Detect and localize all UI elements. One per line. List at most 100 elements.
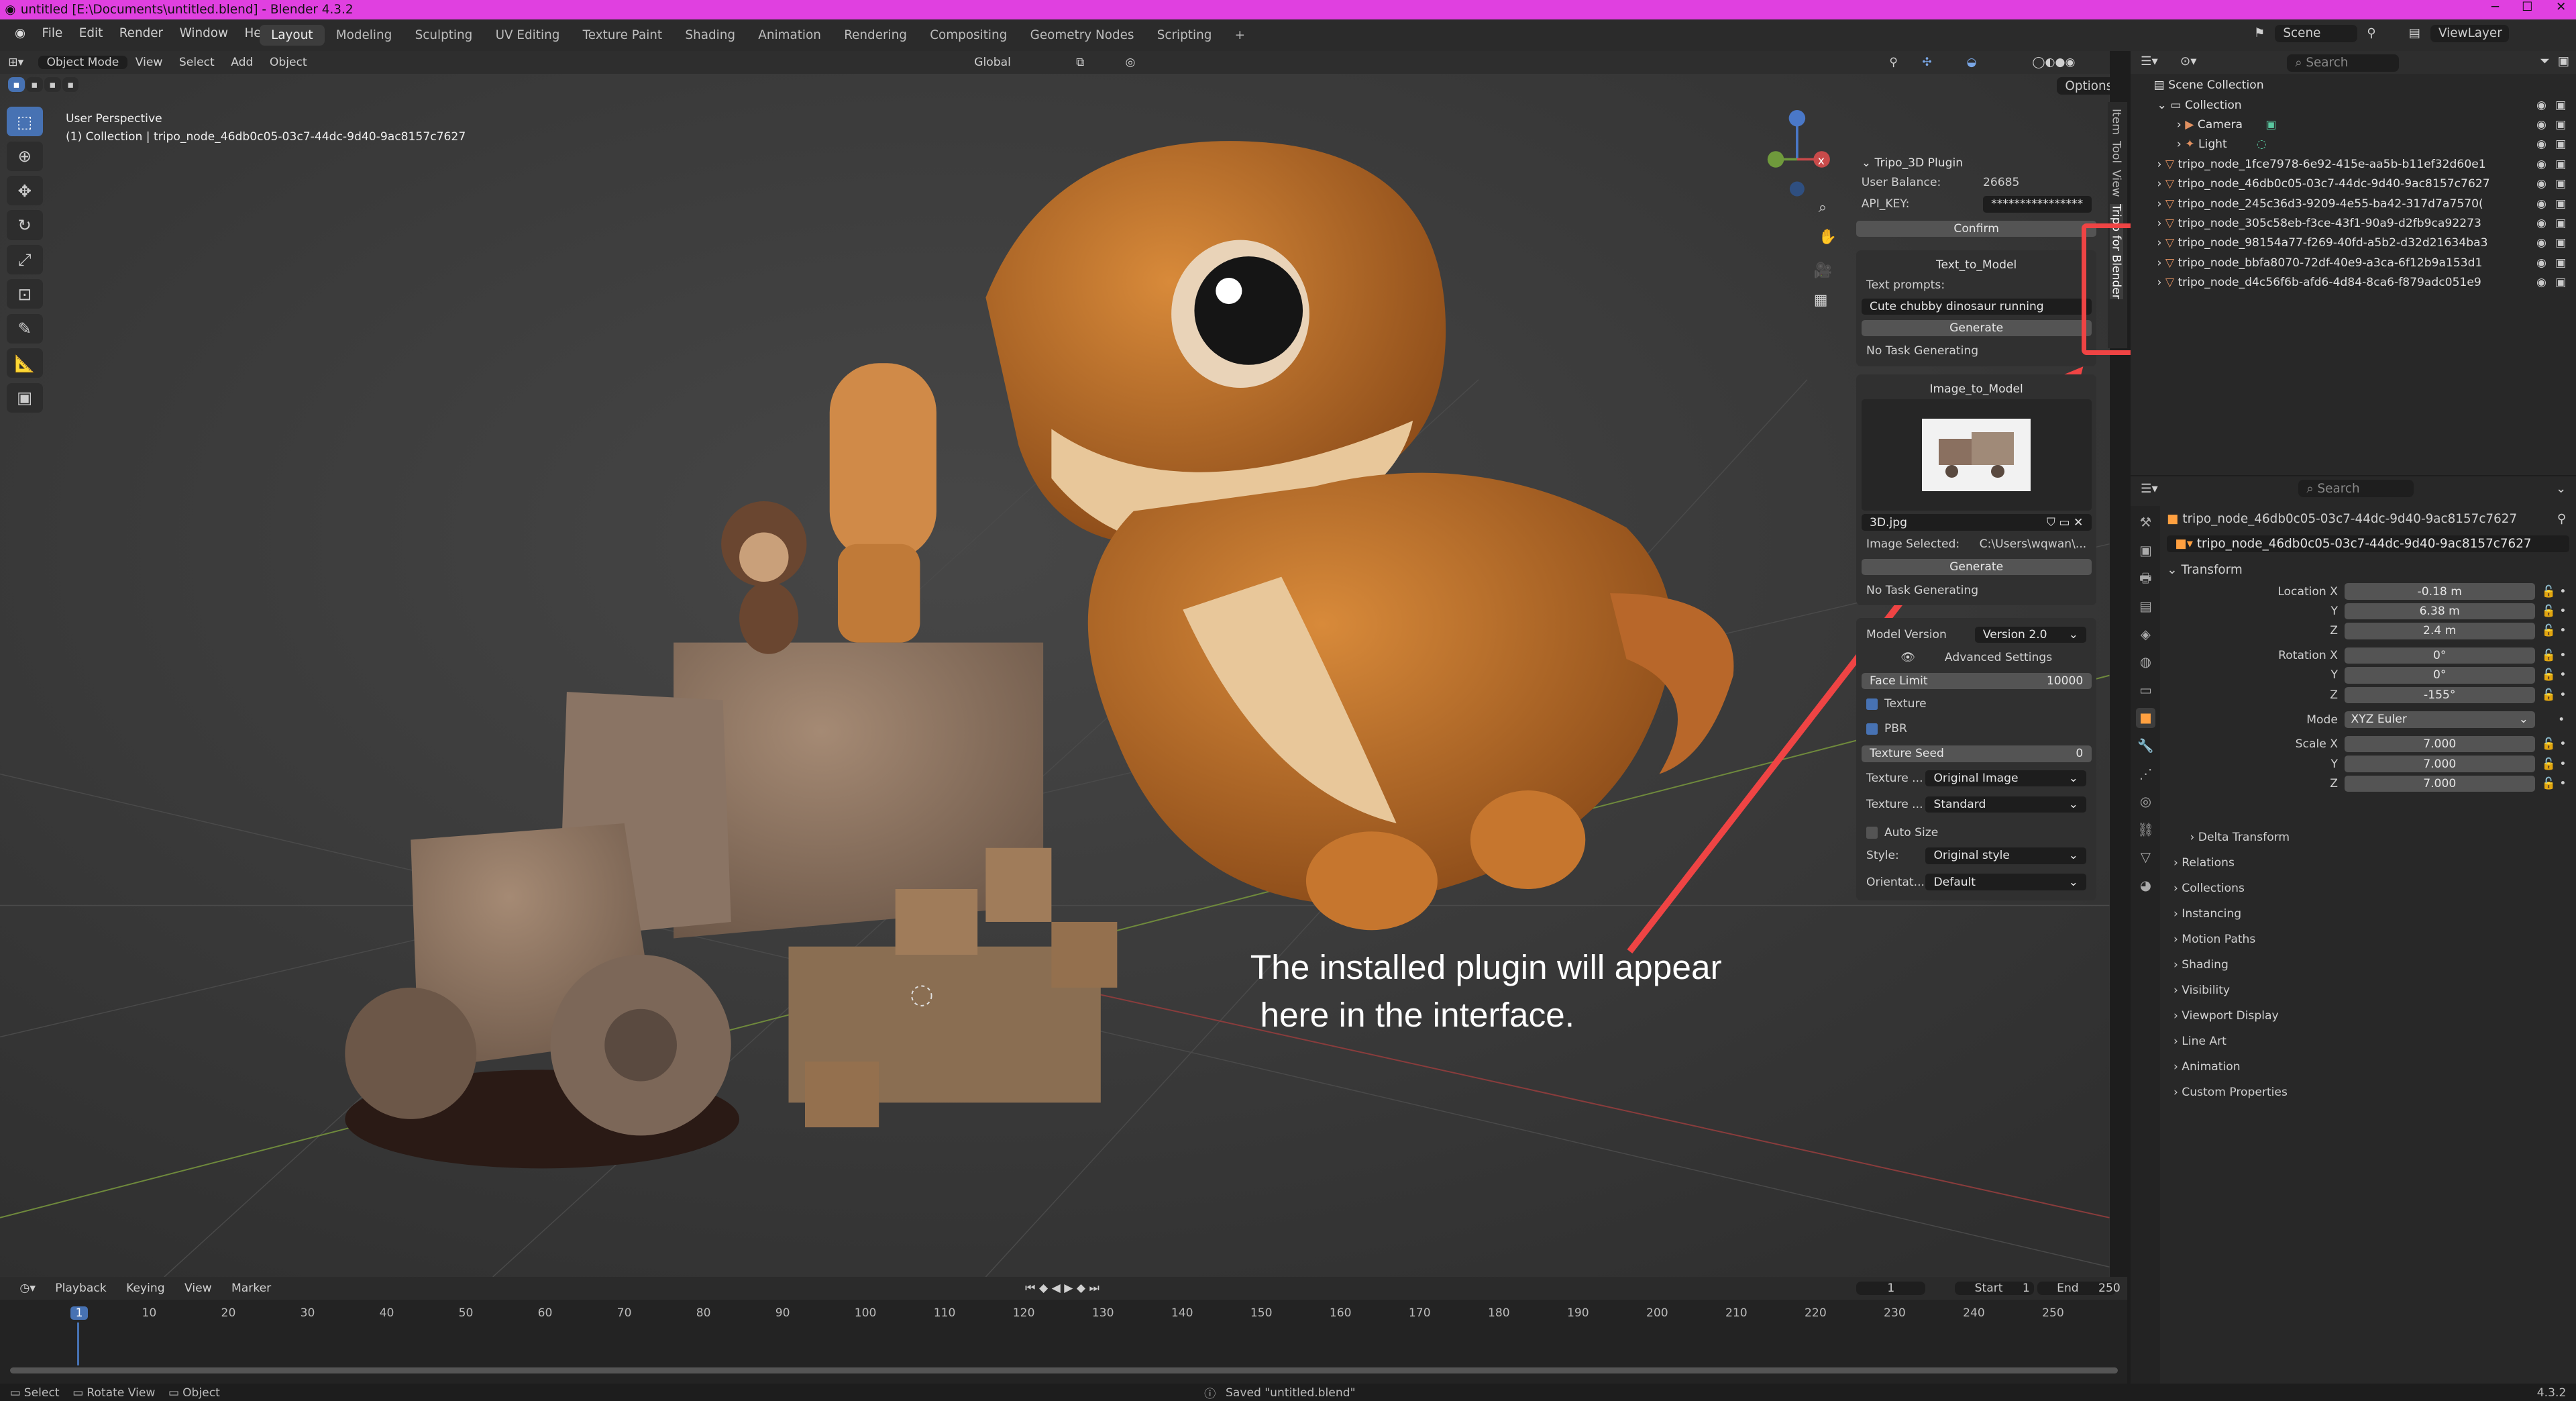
eye-icon[interactable]: ◉ <box>2536 236 2546 250</box>
select-menu[interactable]: Select <box>171 56 223 69</box>
render-icon[interactable]: ▣ <box>2555 99 2566 112</box>
select-subtract-icon[interactable]: ▪ <box>44 77 61 93</box>
location-y-field[interactable]: 6.38 m <box>2344 603 2535 620</box>
tab-sculpting[interactable]: Sculpting <box>403 25 484 46</box>
gizmo-toggle-icon[interactable]: ✣ <box>1914 56 1940 69</box>
keyframe-dot-icon[interactable]: • <box>2558 713 2565 727</box>
texture-seed-field[interactable]: Texture Seed 0 <box>1861 745 2092 762</box>
view-layer-tab-icon[interactable]: ▤ <box>2136 596 2155 616</box>
shield-icon[interactable]: ⛉ <box>2047 516 2055 529</box>
pin-icon[interactable]: ⚲ <box>2557 512 2566 526</box>
pin-icon[interactable]: ⚲ <box>2367 26 2375 40</box>
display-mode-icon[interactable]: ⊙▾ <box>2180 54 2197 68</box>
tab-scripting[interactable]: Scripting <box>1146 25 1224 46</box>
select-box-tool-icon[interactable]: ⬚ <box>6 107 43 137</box>
style-dropdown[interactable]: Original style ⌄ <box>1925 847 2087 864</box>
data-tab-icon[interactable]: ▽ <box>2136 847 2155 867</box>
outliner-node-row[interactable]: › ▽ tripo_node_1fce7978-6e92-415e-aa5b-b… <box>2131 154 2576 174</box>
eye-icon[interactable]: ◉ <box>2536 217 2546 230</box>
select-extend-icon[interactable]: ▪ <box>26 77 43 93</box>
eye-icon[interactable]: ◉ <box>2536 138 2546 151</box>
navigation-gizmo[interactable]: x ⌕ ✋ <box>1761 110 1840 252</box>
lock-icon[interactable]: 🔓 • <box>2542 688 2567 702</box>
collection-tab-icon[interactable]: ▭ <box>2136 680 2155 700</box>
render-icon[interactable]: ▣ <box>2555 177 2566 191</box>
current-frame-field[interactable]: 1 <box>1856 1282 1926 1295</box>
expand-icon[interactable]: › <box>2177 138 2182 151</box>
pbr-checkbox[interactable] <box>1866 723 1878 735</box>
close-icon[interactable]: ✕ <box>2556 0 2566 14</box>
select-intersect-icon[interactable]: ▪ <box>62 77 79 93</box>
tab-animation[interactable]: Animation <box>747 25 833 46</box>
outliner-node-row[interactable]: › ▽ tripo_node_98154a77-f269-40fd-a5b2-d… <box>2131 234 2576 253</box>
orientation-selector[interactable]: Global <box>966 56 1019 69</box>
render-icon[interactable]: ▣ <box>2555 256 2566 270</box>
scene-collection-row[interactable]: ▤ Scene Collection <box>2131 76 2576 95</box>
camera-view-icon[interactable]: 🎥 <box>1814 256 1832 286</box>
confirm-button[interactable]: Confirm <box>1856 220 2096 238</box>
cursor-tool-icon[interactable]: ⊕ <box>6 141 43 171</box>
motion-paths-panel[interactable]: › Motion Paths <box>2167 927 2569 952</box>
render-icon[interactable]: ▣ <box>2555 118 2566 132</box>
expand-icon[interactable]: › <box>2177 118 2182 132</box>
rotate-tool-icon[interactable]: ↻ <box>6 210 43 240</box>
collapse-icon[interactable]: ⌄ <box>2157 99 2167 112</box>
eye-icon[interactable]: ◉ <box>2536 158 2546 171</box>
menu-edit[interactable]: Edit <box>70 26 111 40</box>
scale-y-field[interactable]: 7.000 <box>2344 756 2535 772</box>
line-art-panel[interactable]: › Line Art <box>2167 1029 2569 1054</box>
location-z-field[interactable]: 2.4 m <box>2344 623 2535 639</box>
tool-tab-icon[interactable]: ⚒ <box>2136 513 2155 532</box>
add-workspace-icon[interactable]: + <box>1224 25 1257 46</box>
rotation-x-field[interactable]: 0° <box>2344 647 2535 664</box>
object-name-field[interactable]: ■▾ tripo_node_46db0c05-03c7-44dc-9d40-9a… <box>2167 535 2570 552</box>
eye-icon[interactable]: ◉ <box>2536 256 2546 270</box>
rotation-z-field[interactable]: -155° <box>2344 686 2535 704</box>
scene-tab-icon[interactable]: ◈ <box>2136 625 2155 644</box>
api-key-input[interactable]: **************** <box>1982 196 2092 213</box>
render-icon[interactable]: ▣ <box>2555 217 2566 230</box>
shading-modes-icon[interactable]: ◯◐●◉ <box>2024 56 2083 69</box>
end-frame-field[interactable]: End 250 <box>2037 1282 2121 1295</box>
3d-viewport[interactable]: ⊞▾ Object Mode View Select Add Object Gl… <box>0 50 2110 1277</box>
menu-render[interactable]: Render <box>111 26 172 40</box>
outliner-editor-icon[interactable]: ☰▾ <box>2141 54 2158 68</box>
dropdown-icon[interactable]: ⌄ <box>2556 482 2566 496</box>
expand-icon[interactable]: › <box>2157 197 2162 211</box>
tab-compositing[interactable]: Compositing <box>918 25 1018 46</box>
lock-icon[interactable]: 🔓 • <box>2542 624 2567 637</box>
overlay-toggle-icon[interactable]: ◒ <box>1958 56 1984 69</box>
minimize-icon[interactable]: ─ <box>2491 0 2499 14</box>
particles-tab-icon[interactable]: ⋰ <box>2136 764 2155 784</box>
collection-row[interactable]: ⌄ ▭ Collection ◉ ▣ <box>2131 95 2576 115</box>
timeline-view-menu[interactable]: View <box>174 1282 221 1295</box>
visibility-panel[interactable]: › Visibility <box>2167 978 2569 1003</box>
render-icon[interactable]: ▣ <box>2555 158 2566 171</box>
render-icon[interactable]: ▣ <box>2555 276 2566 289</box>
render-icon[interactable]: ▣ <box>2555 197 2566 211</box>
ortho-toggle-icon[interactable]: ▦ <box>1814 286 1832 315</box>
object-menu[interactable]: Object <box>262 56 315 69</box>
render-icon[interactable]: ▣ <box>2555 138 2566 151</box>
tab-rendering[interactable]: Rendering <box>833 25 918 46</box>
lock-icon[interactable]: 🔓 • <box>2542 585 2567 599</box>
expand-icon[interactable]: › <box>2157 217 2162 230</box>
tab-texture-paint[interactable]: Texture Paint <box>572 25 674 46</box>
filter-icon[interactable]: ⏷ <box>2540 54 2550 68</box>
eye-icon[interactable]: ◉ <box>2536 99 2546 112</box>
constraints-tab-icon[interactable]: ⛓ <box>2136 820 2155 839</box>
move-tool-icon[interactable]: ✥ <box>6 176 43 206</box>
add-menu[interactable]: Add <box>223 56 262 69</box>
orientation-dropdown[interactable]: Default ⌄ <box>1925 874 2087 890</box>
eye-icon[interactable]: ◉ <box>2536 276 2546 289</box>
texture-checkbox[interactable] <box>1866 698 1878 710</box>
texture-alignment-dropdown[interactable]: Original Image ⌄ <box>1925 770 2087 787</box>
blender-menu-icon[interactable]: ◉ <box>7 26 34 40</box>
marker-menu[interactable]: Marker <box>221 1282 281 1295</box>
animation-panel[interactable]: › Animation <box>2167 1054 2569 1080</box>
eye-icon[interactable]: ◉ <box>2536 197 2546 211</box>
tab-shading[interactable]: Shading <box>674 25 747 46</box>
outliner-node-row[interactable]: › ▽ tripo_node_46db0c05-03c7-44dc-9d40-9… <box>2131 174 2576 194</box>
properties-search-input[interactable]: ⌕ Search <box>2298 480 2414 497</box>
menu-window[interactable]: Window <box>171 26 236 40</box>
